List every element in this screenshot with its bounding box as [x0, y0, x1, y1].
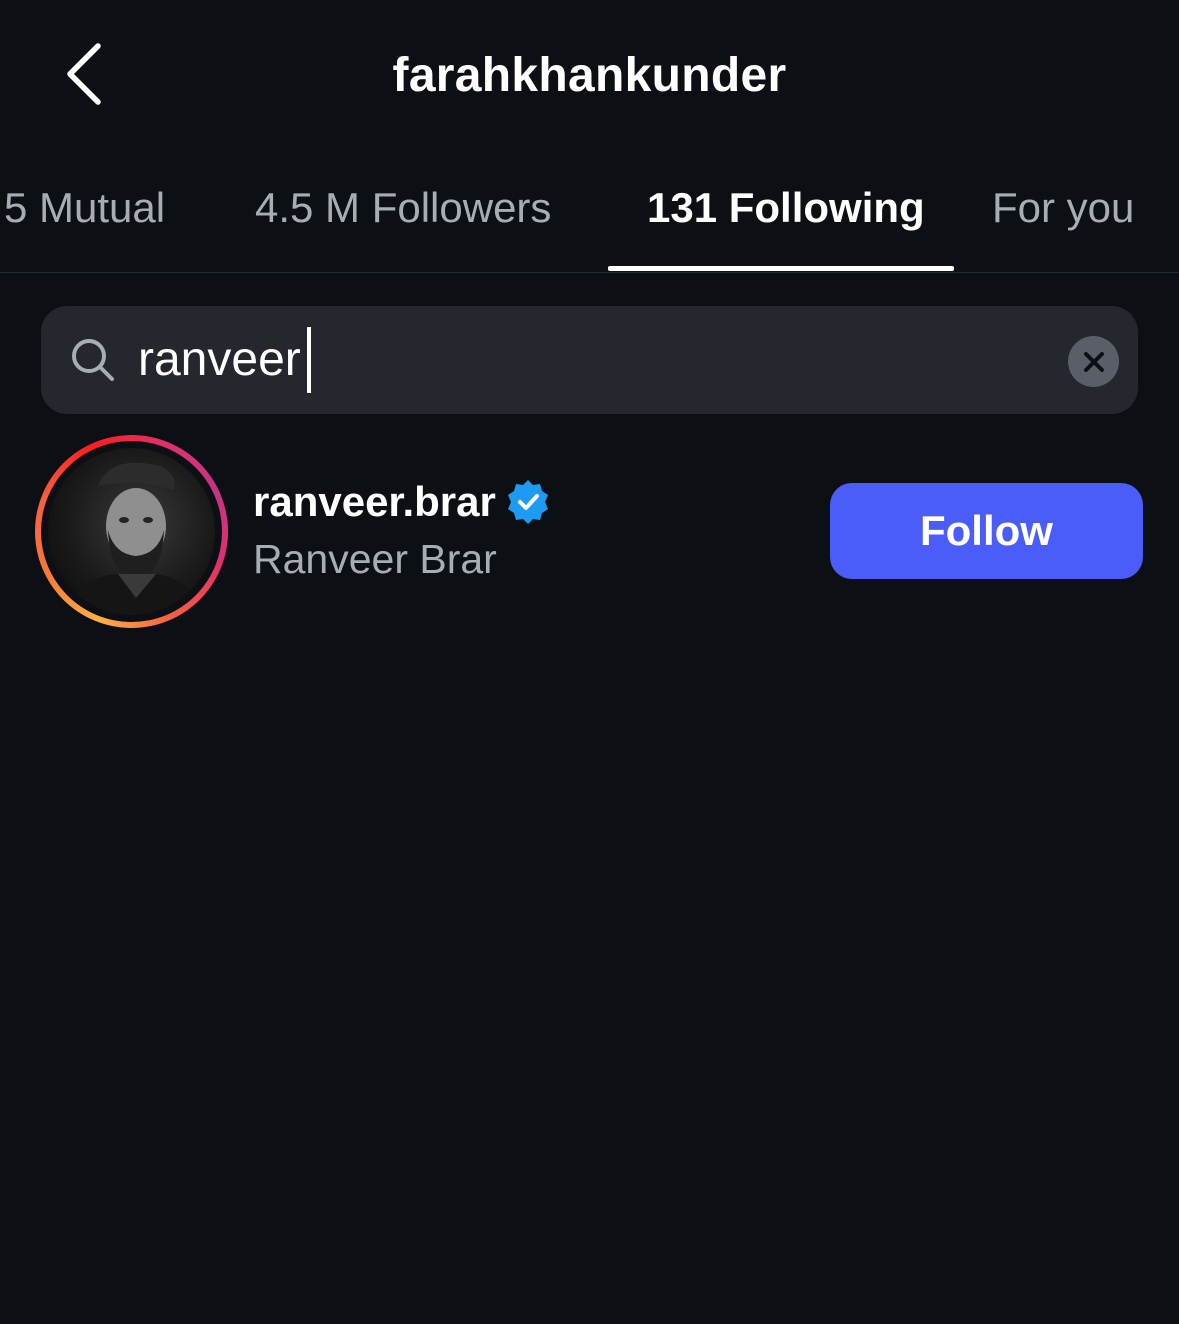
header: farahkhankunder [0, 0, 1179, 150]
tab-bar: 5 Mutual 4.5 M Followers 131 Following F… [0, 150, 1179, 273]
full-name: Ranveer Brar [253, 536, 497, 582]
close-icon [1083, 351, 1104, 372]
search-icon [72, 339, 114, 381]
tab-mutual[interactable]: 5 Mutual [4, 184, 165, 232]
profile-photo [68, 462, 200, 615]
verified-badge-icon [507, 480, 548, 524]
page-title: farahkhankunder [392, 49, 787, 102]
tab-for-you[interactable]: For you [992, 184, 1134, 232]
following-screen: farahkhankunder 5 Mutual 4.5 M Followers… [0, 0, 1179, 1324]
clear-search-button[interactable] [1068, 336, 1119, 387]
text-cursor [307, 327, 311, 393]
tab-followers[interactable]: 4.5 M Followers [255, 184, 551, 232]
avatar [48, 448, 215, 615]
story-ring[interactable] [35, 435, 228, 628]
follow-button[interactable]: Follow [830, 483, 1143, 579]
tab-following[interactable]: 131 Following [647, 184, 925, 232]
search-input[interactable] [138, 327, 1038, 393]
username[interactable]: ranveer.brar [253, 478, 496, 526]
list-item[interactable]: ranveer.brar Ranveer Brar Follow [0, 430, 1179, 630]
active-tab-indicator [608, 266, 954, 271]
username-row: ranveer.brar [253, 478, 550, 526]
